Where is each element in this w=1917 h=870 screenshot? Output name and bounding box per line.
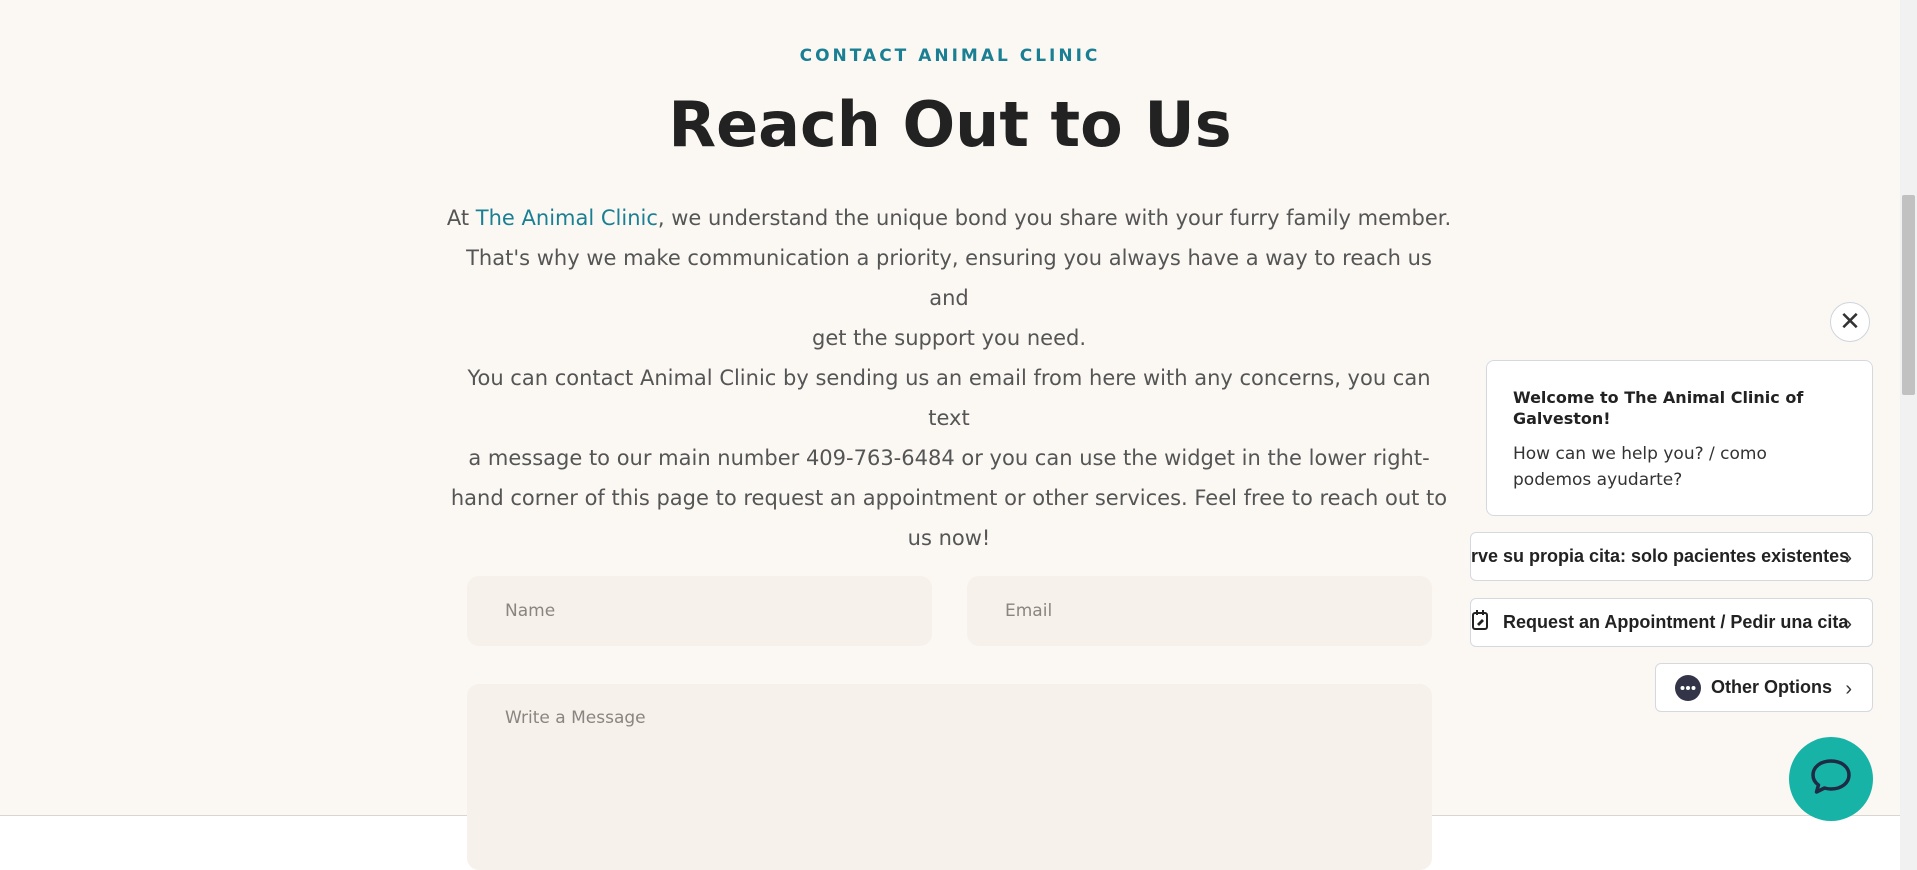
contact-line-1: You can contact Animal Clinic by sending… (467, 366, 1431, 430)
chevron-right-icon: › (1845, 613, 1852, 635)
request-appointment-label: Request an Appointment / Pedir una cita (1503, 612, 1849, 632)
chevron-right-icon: › (1845, 547, 1852, 569)
name-placeholder: Name (505, 601, 556, 621)
intro-line-1-rest: , we understand the unique bond you shar… (657, 206, 1452, 230)
page-title: Reach Out to Us (668, 88, 1232, 161)
intro-prefix: At (446, 206, 476, 230)
email-field[interactable]: Email (967, 576, 1432, 646)
welcome-message-card: Welcome to The Animal Clinic of Galvesto… (1486, 360, 1873, 516)
contact-line-4: us now! (907, 526, 991, 550)
page-scrollbar[interactable] (1900, 0, 1917, 870)
more-icon (1675, 674, 1701, 701)
chevron-right-icon: › (1845, 678, 1852, 700)
chat-bubble-icon (1810, 757, 1852, 801)
welcome-body: How can we help you? / como podemos ayud… (1513, 444, 1767, 490)
close-icon: ✕ (1839, 307, 1861, 337)
scrollbar-thumb[interactable] (1902, 195, 1915, 395)
request-appointment-option[interactable]: Request an Appointment / Pedir una cita … (1470, 598, 1873, 647)
email-placeholder: Email (1005, 601, 1053, 621)
calendar-edit-icon (1471, 609, 1493, 636)
intro-line-2: That's why we make communication a prior… (466, 246, 1432, 310)
self-schedule-option[interactable]: rve su propia cita: solo pacientes exist… (1470, 532, 1873, 581)
section-eyebrow: CONTACT ANIMAL CLINIC (799, 46, 1101, 66)
self-schedule-label: rve su propia cita: solo pacientes exist… (1471, 546, 1850, 566)
message-placeholder: Write a Message (505, 708, 646, 728)
intro-paragraph: At The Animal Clinic, we understand the … (444, 198, 1454, 358)
other-options-label: Other Options (1711, 677, 1832, 697)
other-options-button[interactable]: Other Options › (1655, 663, 1873, 712)
message-field[interactable]: Write a Message (467, 684, 1432, 870)
close-chat-button[interactable]: ✕ (1830, 302, 1870, 342)
animal-clinic-link[interactable]: The Animal Clinic (476, 206, 658, 230)
contact-line-2: a message to our main number 409-763-648… (468, 446, 1430, 470)
contact-paragraph: You can contact Animal Clinic by sending… (444, 358, 1454, 558)
contact-line-3: hand corner of this page to request an a… (450, 486, 1448, 510)
intro-line-1: At The Animal Clinic, we understand the … (444, 198, 1454, 238)
name-field[interactable]: Name (467, 576, 932, 646)
intro-line-3: get the support you need. (811, 326, 1086, 350)
welcome-title: Welcome to The Animal Clinic of Galvesto… (1513, 388, 1804, 428)
chat-launcher-button[interactable] (1789, 737, 1873, 821)
